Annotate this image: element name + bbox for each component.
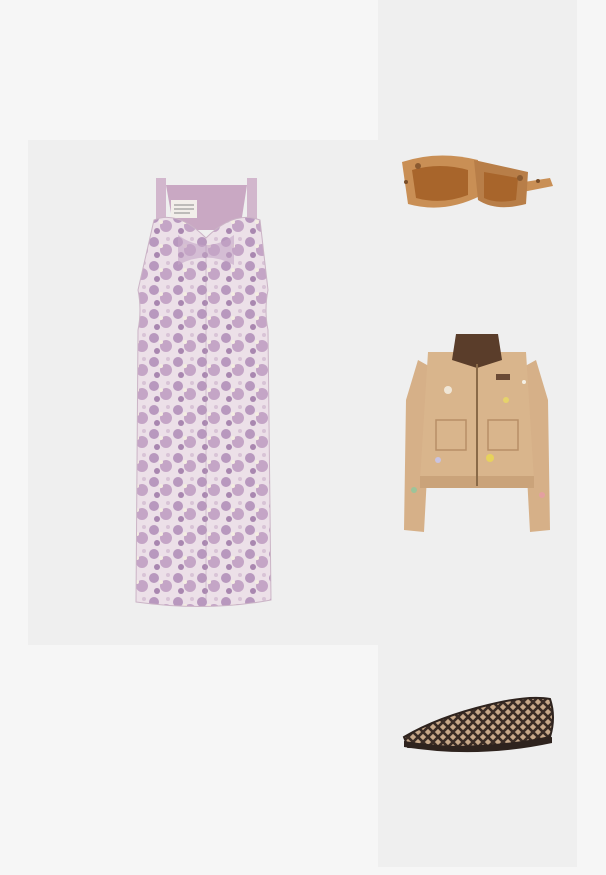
shoe-product-tile[interactable] xyxy=(378,577,577,867)
tortoiseshell-sunglasses-icon xyxy=(402,155,553,208)
dress-product-tile[interactable] xyxy=(28,140,378,645)
jacket-product-tile[interactable] xyxy=(378,290,577,577)
canvas-work-jacket-icon xyxy=(404,334,550,532)
floral-jacquard-dress-icon xyxy=(135,178,272,608)
sunglasses-product-tile[interactable] xyxy=(378,0,577,290)
woven-flat-shoe-icon xyxy=(402,696,554,753)
